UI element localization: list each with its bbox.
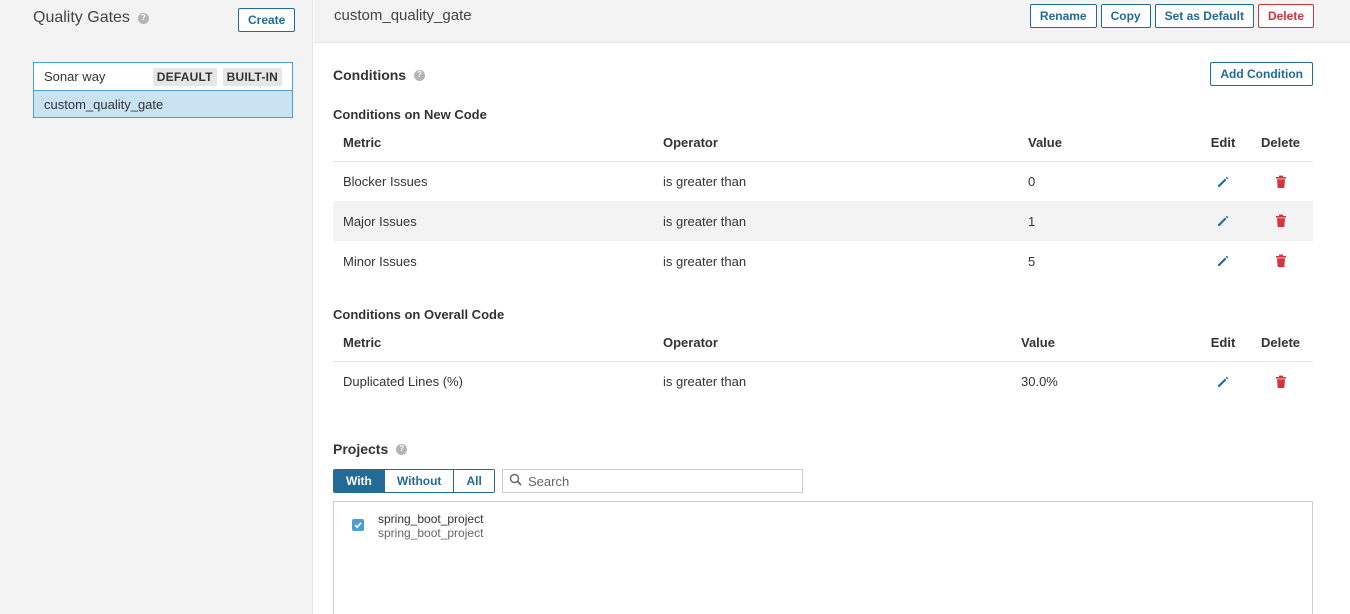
gate-actions: Rename Copy Set as Default Delete: [1029, 4, 1314, 28]
delete-header: Delete: [1248, 125, 1313, 162]
overall-code-title: Conditions on Overall Code: [333, 307, 505, 322]
project-checkbox[interactable]: [352, 519, 364, 531]
pencil-icon[interactable]: [1215, 374, 1231, 390]
value-header: Value: [1011, 325, 1198, 362]
trash-icon[interactable]: [1273, 374, 1289, 390]
new-code-conditions-table: Metric Operator Value Edit Delete Blocke…: [333, 125, 1313, 281]
metric-cell: Major Issues: [333, 201, 653, 241]
quality-gates-sidebar: Quality Gates ? Create Sonar way DEFAULT…: [0, 0, 313, 614]
gate-header: custom_quality_gate Rename Copy Set as D…: [314, 0, 1350, 43]
gate-item-sonar-way[interactable]: Sonar way DEFAULT BUILT-IN: [34, 63, 292, 90]
table-row: Minor Issues is greater than 5: [333, 241, 1313, 281]
create-gate-button[interactable]: Create: [238, 8, 296, 32]
edit-header: Edit: [1198, 325, 1248, 362]
trash-icon[interactable]: [1273, 253, 1289, 269]
metric-header: Metric: [333, 125, 653, 162]
page-title: custom_quality_gate: [334, 7, 472, 24]
metric-header: Metric: [333, 325, 653, 362]
metric-cell: Blocker Issues: [343, 173, 428, 189]
pencil-icon[interactable]: [1215, 253, 1231, 269]
table-row: Blocker Issues is greater than 0: [333, 161, 1313, 201]
value-cell: 0: [1028, 173, 1036, 189]
project-filter: With Without All: [333, 469, 495, 493]
value-header: Value: [1018, 125, 1198, 162]
table-row: Major Issues is greater than 1: [333, 201, 1313, 241]
sidebar-title-text: Quality Gates: [33, 9, 130, 26]
help-icon[interactable]: ?: [137, 12, 149, 24]
edit-header: Edit: [1198, 125, 1248, 162]
delete-header: Delete: [1248, 325, 1313, 362]
gate-name: custom_quality_gate: [44, 96, 164, 112]
filter-all-button[interactable]: All: [453, 470, 494, 492]
gate-list: Sonar way DEFAULT BUILT-IN custom_qualit…: [33, 62, 293, 118]
table-header-row: Metric Operator Value Edit Delete: [333, 125, 1313, 162]
new-code-title: Conditions on New Code: [333, 107, 487, 122]
help-icon[interactable]: ?: [414, 69, 426, 81]
project-search: [502, 469, 803, 493]
search-input[interactable]: [528, 473, 802, 489]
trash-icon[interactable]: [1273, 213, 1289, 229]
table-header-row: Metric Operator Value Edit Delete: [333, 325, 1313, 362]
operator-header: Operator: [653, 325, 1011, 362]
pencil-icon[interactable]: [1215, 174, 1231, 190]
project-key: spring_boot_project: [378, 526, 484, 540]
conditions-title: Conditions ?: [333, 67, 426, 83]
operator-cell: is greater than: [663, 253, 747, 269]
metric-cell: Duplicated Lines (%): [343, 373, 463, 389]
project-name: spring_boot_project: [378, 512, 484, 526]
search-icon: [509, 473, 522, 489]
filter-with-button[interactable]: With: [334, 470, 384, 492]
default-badge: DEFAULT: [152, 67, 217, 86]
operator-header: Operator: [653, 125, 1018, 162]
value-cell: 30.0%: [1021, 373, 1058, 389]
copy-button[interactable]: Copy: [1100, 4, 1151, 28]
project-info: spring_boot_project spring_boot_project: [378, 512, 483, 540]
pencil-icon[interactable]: [1215, 213, 1231, 229]
add-condition-button[interactable]: Add Condition: [1210, 62, 1313, 86]
value-cell: 5: [1028, 253, 1036, 269]
project-list: spring_boot_project spring_boot_project: [333, 501, 1313, 614]
trash-icon[interactable]: [1273, 174, 1289, 190]
projects-title-text: Projects: [333, 441, 389, 457]
overall-code-conditions-table: Metric Operator Value Edit Delete Duplic…: [333, 325, 1313, 401]
filter-without-button[interactable]: Without: [383, 470, 454, 492]
list-item: spring_boot_project spring_boot_project: [352, 512, 483, 540]
projects-title: Projects ?: [333, 441, 408, 457]
help-icon[interactable]: ?: [396, 443, 408, 455]
value-cell: 1: [1018, 201, 1198, 241]
gate-item-custom-quality-gate[interactable]: custom_quality_gate: [34, 90, 292, 117]
sidebar-title: Quality Gates ?: [33, 9, 149, 27]
set-as-default-button[interactable]: Set as Default: [1154, 4, 1254, 28]
delete-gate-button[interactable]: Delete: [1257, 4, 1314, 28]
built-in-badge: BUILT-IN: [222, 67, 282, 86]
operator-cell: is greater than: [663, 173, 747, 189]
operator-cell: is greater than: [653, 201, 1018, 241]
gate-name: Sonar way: [44, 69, 106, 84]
rename-button[interactable]: Rename: [1029, 4, 1097, 28]
metric-cell: Minor Issues: [343, 253, 417, 269]
conditions-title-text: Conditions: [333, 67, 407, 83]
operator-cell: is greater than: [663, 373, 747, 389]
table-row: Duplicated Lines (%) is greater than 30.…: [333, 361, 1313, 401]
